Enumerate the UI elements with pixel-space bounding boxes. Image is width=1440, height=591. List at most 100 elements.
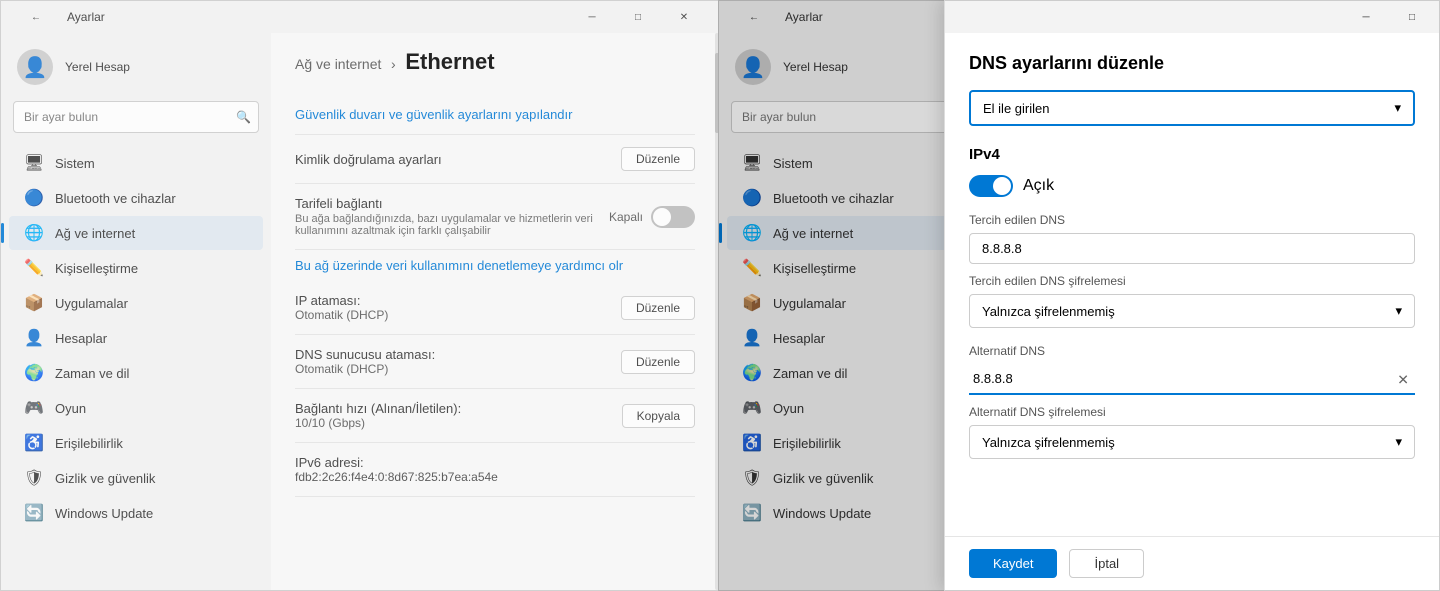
ag-icon-2: 🌐 xyxy=(743,224,761,242)
bluetooth-icon-2: 🔵 xyxy=(743,189,761,207)
sidebar2-item-erisim[interactable]: ♿ Erişilebilirlik xyxy=(727,426,981,460)
dns-method-dropdown[interactable]: El ile girilen ▾ xyxy=(969,90,1415,126)
hesaplar-icon-2: 👤 xyxy=(743,329,761,347)
sistem-icon: 🖥 xyxy=(25,154,43,172)
ipv4-heading: IPv4 xyxy=(969,146,1415,163)
sidebar-item-sistem[interactable]: 🖥 Sistem xyxy=(9,146,263,180)
dns-method-value: El ile girilen xyxy=(983,101,1049,116)
speed-info: Bağlantı hızı (Alınan/İletilen): 10/10 (… xyxy=(295,401,461,430)
hesaplar-icon: 👤 xyxy=(25,329,43,347)
breadcrumb: Ağ ve internet › Ethernet xyxy=(295,49,695,75)
sidebar-item-label: Sistem xyxy=(55,156,95,171)
data-link-section: Bu ağ üzerinde veri kullanımını denetlem… xyxy=(295,250,695,281)
sidebar-item-label: Kişiselleştirme xyxy=(55,261,138,276)
avatar-2: 👤 xyxy=(735,49,771,85)
sidebar-item-erisim[interactable]: ♿ Erişilebilirlik xyxy=(9,426,263,460)
sidebar-item-label: Zaman ve dil xyxy=(55,366,129,381)
sidebar2-item-update[interactable]: 🔄 Windows Update xyxy=(727,496,981,530)
dns-footer: Kaydet İptal xyxy=(945,536,1439,590)
dns-dialog: ─ □ DNS ayarlarını düzenle El ile girile… xyxy=(944,0,1440,591)
back-button[interactable]: ← xyxy=(13,1,59,33)
speed-label: Bağlantı hızı (Alınan/İletilen): xyxy=(295,401,461,416)
sidebar2-item-hesaplar[interactable]: 👤 Hesaplar xyxy=(727,321,981,355)
sidebar-item-label: Oyun xyxy=(773,401,804,416)
sidebar-item-zaman[interactable]: 🌍 Zaman ve dil xyxy=(9,356,263,390)
sidebar2-item-ag[interactable]: 🌐 Ağ ve internet xyxy=(727,216,981,250)
tarifeli-sublabel: Bu ağa bağlandığınızda, bazı uygulamalar… xyxy=(295,213,595,237)
ip-section: IP ataması: Otomatik (DHCP) Düzenle xyxy=(295,281,695,335)
sidebar-item-gizlilik[interactable]: 🛡 Gizlik ve güvenlik xyxy=(9,461,263,495)
sidebar-1: 👤 Yerel Hesap 🔍 🖥 Sistem 🔵 Bluetooth xyxy=(1,33,271,590)
update-icon: 🔄 xyxy=(25,504,43,522)
oyun-icon-2: 🎮 xyxy=(743,399,761,417)
dns-maximize-button[interactable]: □ xyxy=(1389,1,1435,33)
ipv6-info: IPv6 adresi: fdb2:2c26:f4e4:0:8d67:825:b… xyxy=(295,455,498,484)
sidebar2-item-oyun[interactable]: 🎮 Oyun xyxy=(727,391,981,425)
dns-minimize-button[interactable]: ─ xyxy=(1343,1,1389,33)
oyun-icon: 🎮 xyxy=(25,399,43,417)
sidebar-item-update[interactable]: 🔄 Windows Update xyxy=(9,496,263,530)
search-container-2: 🔍 xyxy=(731,101,977,133)
security-section: Güvenlik duvarı ve güvenlik ayarlarını y… xyxy=(295,95,695,135)
kimlik-edit-button[interactable]: Düzenle xyxy=(621,147,695,171)
window-content-1: 👤 Yerel Hesap 🔍 🖥 Sistem 🔵 Bluetooth xyxy=(1,33,719,590)
zaman-icon: 🌍 xyxy=(25,364,43,382)
ip-label: IP ataması: xyxy=(295,293,388,308)
sidebar2-item-kisisel[interactable]: ✏️ Kişiselleştirme xyxy=(727,251,981,285)
search-input-2[interactable] xyxy=(731,101,977,133)
uygulamalar-icon-2: 📦 xyxy=(743,294,761,312)
save-button[interactable]: Kaydet xyxy=(969,549,1057,578)
alternate-dns-input[interactable] xyxy=(969,364,1415,395)
cancel-button[interactable]: İptal xyxy=(1069,549,1144,578)
back-button-2[interactable]: ← xyxy=(731,1,777,33)
maximize-button[interactable]: □ xyxy=(615,1,661,33)
alternate-dns-container: ✕ xyxy=(969,364,1415,395)
sidebar2-item-bluetooth[interactable]: 🔵 Bluetooth ve cihazlar xyxy=(727,181,981,215)
copy-button[interactable]: Kopyala xyxy=(622,404,695,428)
sidebar2-item-gizlilik[interactable]: 🛡 Gizlik ve güvenlik xyxy=(727,461,981,495)
titlebar-1: ← Ayarlar ─ □ ✕ xyxy=(1,1,719,33)
sidebar-item-oyun[interactable]: 🎮 Oyun xyxy=(9,391,263,425)
avatar-icon: 👤 xyxy=(23,55,48,80)
sidebar-item-hesaplar[interactable]: 👤 Hesaplar xyxy=(9,321,263,355)
minimize-button[interactable]: ─ xyxy=(569,1,615,33)
bluetooth-icon: 🔵 xyxy=(25,189,43,207)
speed-value: 10/10 (Gbps) xyxy=(295,416,461,430)
ipv6-section: IPv6 adresi: fdb2:2c26:f4e4:0:8d67:825:b… xyxy=(295,443,695,497)
dns-edit-button[interactable]: Düzenle xyxy=(621,350,695,374)
tarifeli-toggle[interactable] xyxy=(651,206,695,228)
chevron-down-icon-3: ▾ xyxy=(1395,434,1402,450)
uygulamalar-icon: 📦 xyxy=(25,294,43,312)
sidebar2-item-zaman[interactable]: 🌍 Zaman ve dil xyxy=(727,356,981,390)
sistem-icon-2: 🖥 xyxy=(743,154,761,172)
tarifeli-label: Tarifeli bağlantı xyxy=(295,196,595,211)
clear-alternate-dns-button[interactable]: ✕ xyxy=(1397,371,1409,388)
preferred-encryption-dropdown[interactable]: Yalnızca şifrelenmemiş ▾ xyxy=(969,294,1415,328)
nav-items: 🖥 Sistem 🔵 Bluetooth ve cihazlar 🌐 Ağ ve… xyxy=(1,141,271,590)
ipv4-toggle[interactable] xyxy=(969,175,1013,197)
sidebar-item-ag[interactable]: 🌐 Ağ ve internet xyxy=(9,216,263,250)
main-content-1: Ağ ve internet › Ethernet Güvenlik duvar… xyxy=(271,33,719,590)
data-link[interactable]: Bu ağ üzerinde veri kullanımını denetlem… xyxy=(295,258,623,273)
dns-value: Otomatik (DHCP) xyxy=(295,362,435,376)
ipv6-value: fdb2:2c26:f4e4:0:8d67:825:b7ea:a54e xyxy=(295,470,498,484)
avatar: 👤 xyxy=(17,49,53,85)
sidebar-item-kisisel[interactable]: ✏️ Kişiselleştirme xyxy=(9,251,263,285)
alternate-encryption-label: Alternatif DNS şifrelemesi xyxy=(969,405,1415,419)
alternate-encryption-dropdown[interactable]: Yalnızca şifrelenmemiş ▾ xyxy=(969,425,1415,459)
ip-edit-button[interactable]: Düzenle xyxy=(621,296,695,320)
sidebar2-item-uygulamalar[interactable]: 📦 Uygulamalar xyxy=(727,286,981,320)
sidebar-item-label: Hesaplar xyxy=(55,331,107,346)
security-label[interactable]: Güvenlik duvarı ve güvenlik ayarlarını y… xyxy=(295,107,572,122)
sidebar-item-bluetooth[interactable]: 🔵 Bluetooth ve cihazlar xyxy=(9,181,263,215)
preferred-dns-input[interactable] xyxy=(969,233,1415,264)
sidebar-item-label: Uygulamalar xyxy=(55,296,128,311)
sidebar-item-uygulamalar[interactable]: 📦 Uygulamalar xyxy=(9,286,263,320)
search-input[interactable] xyxy=(13,101,259,133)
sidebar2-item-sistem[interactable]: 🖥 Sistem xyxy=(727,146,981,180)
close-button[interactable]: ✕ xyxy=(661,1,707,33)
user-section: 👤 Yerel Hesap xyxy=(1,33,271,97)
dns-label: DNS sunucusu ataması: xyxy=(295,347,435,362)
zaman-icon-2: 🌍 xyxy=(743,364,761,382)
kisisel-icon: ✏️ xyxy=(25,259,43,277)
